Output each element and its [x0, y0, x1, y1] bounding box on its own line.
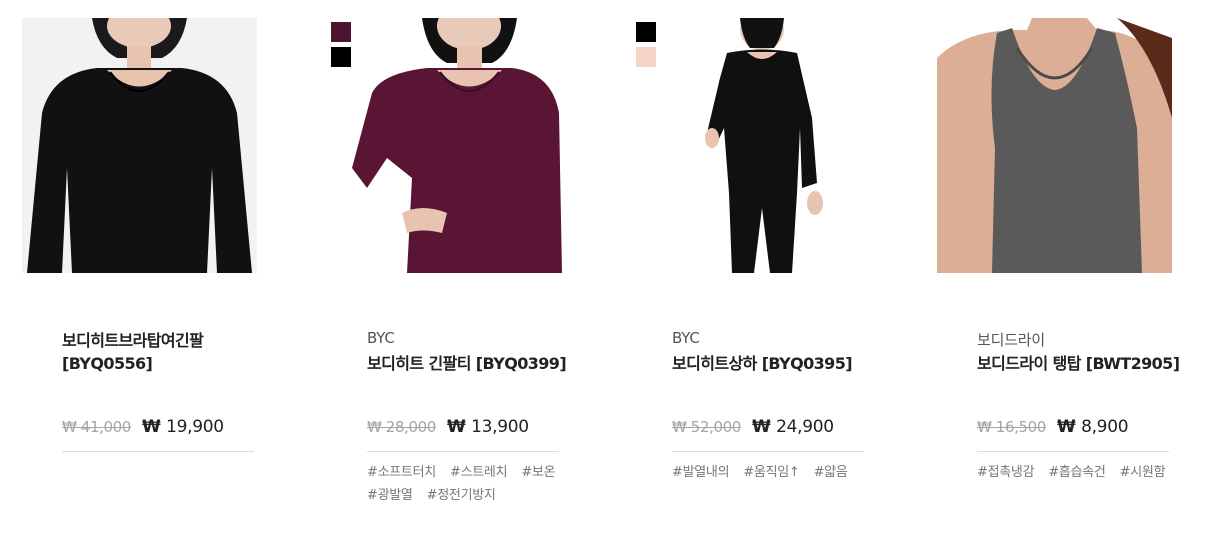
currency-symbol: ₩	[446, 417, 466, 437]
product-name[interactable]: 보디히트브라탑여긴팔 [BYQ0556]	[62, 329, 292, 375]
brand-name: BYC	[367, 329, 395, 347]
sale-price-amount: 8,900	[1081, 417, 1129, 437]
product-card[interactable]: BYC 보디히트 긴팔티 [BYQ0399] ₩ 28,000 ₩ 13,900…	[305, 0, 610, 541]
divider	[367, 451, 559, 452]
product-card[interactable]: BYC 보디히트상하 [BYQ0395] ₩ 52,000 ₩ 24,900 #…	[610, 0, 915, 541]
original-price: ₩ 41,000	[62, 418, 131, 436]
sale-price-amount: 13,900	[471, 417, 529, 437]
brand-name: BYC	[672, 329, 700, 347]
tag[interactable]: #접촉냉감	[977, 465, 1035, 480]
divider	[977, 451, 1169, 452]
sale-price: ₩ 8,900	[1056, 417, 1129, 437]
color-swatch-beige[interactable]	[636, 47, 656, 67]
divider	[62, 451, 254, 452]
tag[interactable]: #움직임↑	[743, 465, 799, 480]
tag[interactable]: #보온	[521, 465, 555, 480]
product-name[interactable]: 보디히트상하 [BYQ0395]	[672, 352, 902, 375]
sale-price: ₩ 24,900	[752, 417, 834, 437]
price-row: ₩ 41,000 ₩ 19,900	[62, 417, 224, 437]
product-name[interactable]: 보디드라이 탱탑 [BWT2905]	[977, 352, 1207, 375]
product-photo	[22, 18, 257, 273]
tag[interactable]: #스트레치	[450, 465, 508, 480]
tag[interactable]: #소프트터치	[367, 465, 436, 480]
sale-price: ₩ 19,900	[142, 417, 224, 437]
product-image[interactable]	[327, 18, 562, 273]
tag[interactable]: #흡습속건	[1048, 465, 1106, 480]
color-swatch-black[interactable]	[331, 47, 351, 67]
tag-list: #접촉냉감 #흡습속건 #시원함	[977, 460, 1182, 483]
sale-price: ₩ 13,900	[447, 417, 529, 437]
sale-price-amount: 19,900	[166, 417, 224, 437]
tag[interactable]: #시원함	[1120, 465, 1166, 480]
price-row: ₩ 52,000 ₩ 24,900	[672, 417, 834, 437]
product-card[interactable]: 보디드라이 보디드라이 탱탑 [BWT2905] ₩ 16,500 ₩ 8,90…	[915, 0, 1208, 541]
color-swatches	[636, 22, 656, 72]
brand-name: 보디드라이	[977, 331, 1046, 349]
product-photo	[937, 18, 1172, 273]
original-price: ₩ 28,000	[367, 418, 436, 436]
color-swatches	[331, 22, 351, 72]
product-card[interactable]: 보디히트브라탑여긴팔 [BYQ0556] ₩ 41,000 ₩ 19,900	[0, 0, 305, 541]
product-image[interactable]	[632, 18, 867, 273]
price-row: ₩ 16,500 ₩ 8,900	[977, 417, 1129, 437]
tag[interactable]: #얇음	[814, 465, 848, 480]
sale-price-amount: 24,900	[776, 417, 834, 437]
price-row: ₩ 28,000 ₩ 13,900	[367, 417, 529, 437]
tag-list: #발열내의 #움직임↑ #얇음	[672, 460, 877, 483]
product-image[interactable]	[937, 18, 1172, 273]
color-swatch-wine[interactable]	[331, 22, 351, 42]
original-price: ₩ 16,500	[977, 418, 1046, 436]
product-photo	[327, 18, 562, 273]
tag[interactable]: #발열내의	[672, 465, 730, 480]
product-name[interactable]: 보디히트 긴팔티 [BYQ0399]	[367, 352, 597, 375]
color-swatch-black[interactable]	[636, 22, 656, 42]
product-photo	[632, 18, 867, 273]
product-image[interactable]	[22, 18, 257, 273]
divider	[672, 451, 864, 452]
tag-list: #소프트터치 #스트레치 #보온 #광발열 #정전기방지	[367, 460, 572, 506]
currency-symbol: ₩	[1056, 417, 1076, 437]
original-price: ₩ 52,000	[672, 418, 741, 436]
tag[interactable]: #광발열	[367, 488, 413, 503]
currency-symbol: ₩	[141, 417, 161, 437]
tag[interactable]: #정전기방지	[427, 488, 496, 503]
currency-symbol: ₩	[751, 417, 771, 437]
